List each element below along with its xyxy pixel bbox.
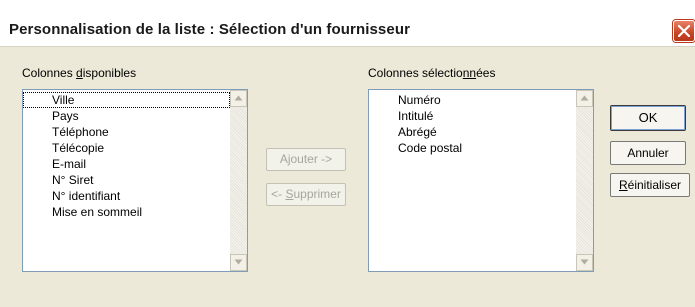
close-button[interactable]	[673, 20, 695, 42]
list-item[interactable]: Intitulé	[369, 108, 576, 124]
arrow-down-icon	[234, 259, 243, 265]
list-item[interactable]: Abrégé	[369, 124, 576, 140]
ok-button[interactable]: OK	[610, 105, 686, 131]
list-item[interactable]: Téléphone	[23, 124, 230, 140]
list-item[interactable]: Mise en sommeil	[23, 204, 230, 220]
selected-list-scrollbar[interactable]	[576, 90, 593, 271]
list-item[interactable]: N° Siret	[23, 172, 230, 188]
scroll-down-button[interactable]	[576, 254, 593, 271]
title-bar[interactable]: Personnalisation de la liste : Sélection…	[0, 0, 695, 47]
scroll-down-button[interactable]	[230, 254, 247, 271]
selected-items-container: Numéro Intitulé Abrégé Code postal	[369, 92, 576, 156]
close-icon	[678, 25, 690, 37]
remove-button[interactable]: <- Supprimer	[266, 183, 346, 206]
list-item[interactable]: E-mail	[23, 156, 230, 172]
available-list-scrollbar[interactable]	[230, 90, 247, 271]
list-item[interactable]: Numéro	[369, 92, 576, 108]
selected-columns-label: Colonnes sélectionnées	[368, 66, 496, 80]
scroll-up-button[interactable]	[230, 90, 247, 107]
selected-columns-list[interactable]: Numéro Intitulé Abrégé Code postal	[368, 89, 594, 272]
arrow-up-icon	[580, 95, 589, 101]
list-item[interactable]: Code postal	[369, 140, 576, 156]
add-button[interactable]: Ajouter ->	[266, 148, 346, 171]
available-items-container: Ville Pays Téléphone Télécopie E-mail N° Sire…	[23, 92, 230, 220]
list-item[interactable]: N° identifiant	[23, 188, 230, 204]
available-columns-label: Colonnes disponibles	[22, 66, 137, 80]
cancel-button[interactable]: Annuler	[610, 141, 686, 165]
arrow-down-icon	[580, 259, 589, 265]
arrow-up-icon	[234, 95, 243, 101]
list-item[interactable]: Télécopie	[23, 140, 230, 156]
reset-button[interactable]: Réinitialiser	[610, 173, 690, 197]
list-item[interactable]: Ville	[23, 92, 230, 108]
available-columns-list[interactable]: Ville Pays Téléphone Télécopie E-mail N° Sire…	[22, 89, 248, 272]
list-item[interactable]: Pays	[23, 108, 230, 124]
scroll-up-button[interactable]	[576, 90, 593, 107]
window-title: Personnalisation de la liste : Sélection…	[9, 21, 411, 38]
